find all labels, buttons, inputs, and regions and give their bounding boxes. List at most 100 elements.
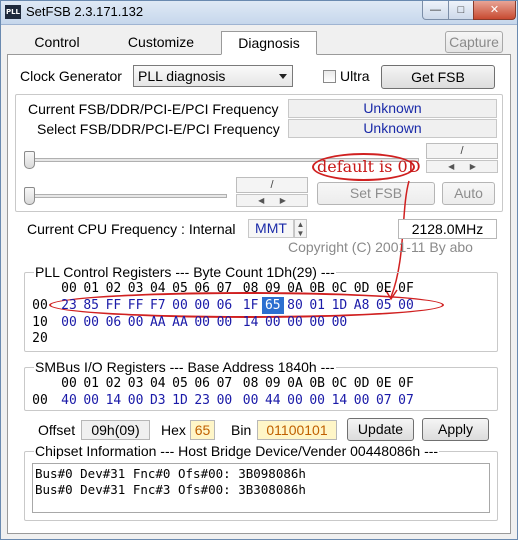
smbus-col-header: 08 <box>242 376 259 391</box>
pll-register-cell[interactable]: 23 <box>58 297 80 314</box>
title-bar: PLL SetFSB 2.3.171.132 — □ ✕ <box>1 1 517 25</box>
pll-register-cell[interactable]: 00 <box>191 297 213 314</box>
bin-field[interactable]: 01100101 <box>257 420 337 440</box>
smbus-register-cell[interactable]: D3 <box>147 392 169 409</box>
pll-register-cell[interactable]: 00 <box>213 314 235 331</box>
tab-control[interactable]: Control <box>15 31 99 55</box>
annotation-text: default is 0D <box>317 157 421 176</box>
copyright-text: Copyright (C) 2001-11 By abo <box>288 239 473 255</box>
clock-generator-label: Clock Generator <box>20 68 122 84</box>
ratio-slider-thumb[interactable] <box>24 187 35 205</box>
ratio-slider-track[interactable] <box>27 194 227 198</box>
smbus-register-cell[interactable]: 07 <box>395 392 417 409</box>
smbus-row-header: 00 <box>32 393 48 408</box>
pll-row-header: 10 <box>32 314 48 330</box>
smbus-register-cell[interactable]: 00 <box>125 392 147 409</box>
slider1-spinner[interactable]: ◀ ▶ <box>426 160 498 173</box>
apply-button[interactable]: Apply <box>422 418 489 441</box>
cpu-mode-field[interactable]: MMT <box>248 219 294 238</box>
smbus-col-header: 01 <box>83 376 100 391</box>
smbus-register-cell[interactable]: 40 <box>58 392 80 409</box>
smbus-register-cell[interactable]: 07 <box>373 392 395 409</box>
pll-register-cell[interactable]: 65 <box>261 297 284 314</box>
offset-field[interactable]: 09h(09) <box>81 420 150 440</box>
select-frequency-label: Select FSB/DDR/PCI-E/PCI Frequency <box>37 121 280 137</box>
smbus-col-header: 03 <box>127 376 144 391</box>
pll-register-cell[interactable]: FF <box>102 297 124 314</box>
pll-register-cell[interactable]: 00 <box>125 314 147 331</box>
pll-register-cell[interactable]: 06 <box>213 297 235 314</box>
cpu-mode-spinner[interactable]: ▲ ▼ <box>294 219 307 238</box>
pll-register-cell[interactable]: 01 <box>306 297 328 314</box>
smbus-register-cell[interactable]: 1D <box>169 392 191 409</box>
smbus-register-cell[interactable]: 14 <box>328 392 350 409</box>
pll-register-cell[interactable]: 80 <box>284 297 306 314</box>
smbus-register-cell[interactable]: 00 <box>213 392 235 409</box>
smbus-register-cell[interactable]: 00 <box>306 392 328 409</box>
smbus-col-header: 05 <box>172 376 188 391</box>
pll-col-header: 02 <box>105 281 122 296</box>
pll-col-header: 0E <box>375 281 392 296</box>
current-frequency-value: Unknown <box>288 99 497 118</box>
tab-customize[interactable]: Customize <box>113 31 209 55</box>
pll-register-cell[interactable]: 85 <box>80 297 102 314</box>
pll-title: PLL Control Registers --- Byte Count 1Dh… <box>34 264 336 280</box>
smbus-register-cell[interactable]: 00 <box>351 392 373 409</box>
pll-register-cell[interactable]: F7 <box>147 297 169 314</box>
bin-label: Bin <box>231 422 252 438</box>
chipset-info-text[interactable]: Bus#0 Dev#31 Fnc#0 Ofs#00: 3B098086h Bus… <box>32 463 490 513</box>
smbus-col-header: 0A <box>287 376 303 391</box>
tab-diagnosis[interactable]: Diagnosis <box>221 31 317 55</box>
pll-register-cell[interactable]: 05 <box>373 297 395 314</box>
pll-register-cell[interactable]: 00 <box>191 314 213 331</box>
pll-register-cell[interactable]: 06 <box>102 314 124 331</box>
smbus-register-cell[interactable]: 23 <box>191 392 213 409</box>
pll-register-cell[interactable]: 00 <box>395 297 417 314</box>
slider2-spinner[interactable]: ◀ ▶ <box>236 194 308 207</box>
pll-col-header: 07 <box>216 281 233 296</box>
pll-register-cell[interactable]: AA <box>169 314 191 331</box>
pll-register-cell[interactable]: AA <box>147 314 169 331</box>
smbus-col-header: 0B <box>309 376 326 391</box>
smbus-col-header: 0D <box>353 376 370 391</box>
pll-register-cell[interactable]: 1F <box>240 297 262 314</box>
pll-col-header: 01 <box>83 281 100 296</box>
smbus-col-header: 09 <box>264 376 281 391</box>
pll-register-cell[interactable]: 00 <box>306 314 328 331</box>
auto-button[interactable]: Auto <box>442 182 495 205</box>
pll-row-header: 20 <box>32 331 48 346</box>
pll-register-cell[interactable]: FF <box>125 297 147 314</box>
pll-register-cell[interactable]: 1D <box>328 297 350 314</box>
hex-field[interactable]: 65 <box>190 420 215 440</box>
update-button[interactable]: Update <box>347 418 414 441</box>
pll-register-cell[interactable]: A8 <box>351 297 373 314</box>
smbus-register-cell[interactable]: 00 <box>240 392 262 409</box>
ultra-checkbox[interactable] <box>323 70 336 83</box>
close-button[interactable]: ✕ <box>473 1 516 20</box>
pll-register-cell[interactable]: 00 <box>169 297 191 314</box>
get-fsb-button[interactable]: Get FSB <box>381 65 495 89</box>
pll-register-cell[interactable]: 00 <box>262 314 284 331</box>
pll-col-header: 03 <box>127 281 144 296</box>
pll-register-cell[interactable]: 00 <box>284 314 306 331</box>
pll-register-cell[interactable]: 00 <box>328 314 350 331</box>
pll-col-header: 04 <box>149 281 166 296</box>
smbus-register-cell[interactable]: 00 <box>284 392 306 409</box>
smbus-register-cell[interactable]: 44 <box>262 392 284 409</box>
smbus-col-header: 07 <box>216 376 233 391</box>
smbus-col-header: 06 <box>194 376 211 391</box>
pll-col-header: 08 <box>242 281 259 296</box>
pll-register-cell[interactable]: 00 <box>58 314 80 331</box>
maximize-button[interactable]: □ <box>448 1 474 20</box>
capture-button[interactable]: Capture <box>445 31 503 53</box>
clock-generator-select[interactable]: PLL diagnosis <box>133 65 293 87</box>
pll-register-cell[interactable]: 14 <box>240 314 262 331</box>
smbus-register-cell[interactable]: 00 <box>80 392 102 409</box>
smbus-col-header: 0F <box>398 376 414 391</box>
current-frequency-label: Current FSB/DDR/PCI-E/PCI Frequency <box>28 101 279 117</box>
fsb-slider-thumb[interactable] <box>24 151 35 169</box>
pll-register-cell[interactable]: 00 <box>80 314 102 331</box>
smbus-register-cell[interactable]: 14 <box>102 392 124 409</box>
minimize-button[interactable]: — <box>422 1 449 20</box>
pll-col-header: 0C <box>331 281 348 296</box>
